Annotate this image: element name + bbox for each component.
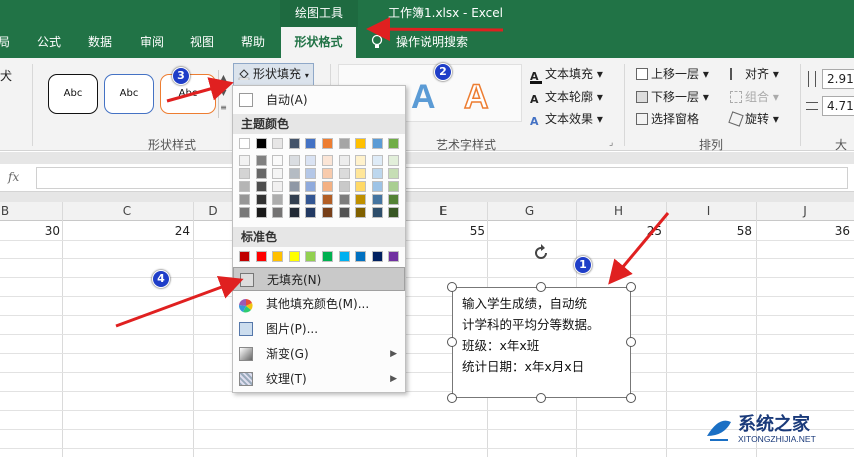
watermark-name: 系统之家 (738, 414, 810, 434)
watermark-logo-icon (707, 420, 731, 441)
watermark: 系统之家 XITONGZHIJIA.NET (704, 408, 850, 453)
step-badge-3: 3 (172, 67, 190, 85)
step-badge-1: 1 (574, 256, 592, 274)
annotation-arrows (115, 17, 670, 328)
watermark-url: XITONGZHIJIA.NET (738, 434, 816, 444)
step-badge-4: 4 (152, 270, 170, 288)
step-badge-2: 2 (434, 63, 452, 81)
